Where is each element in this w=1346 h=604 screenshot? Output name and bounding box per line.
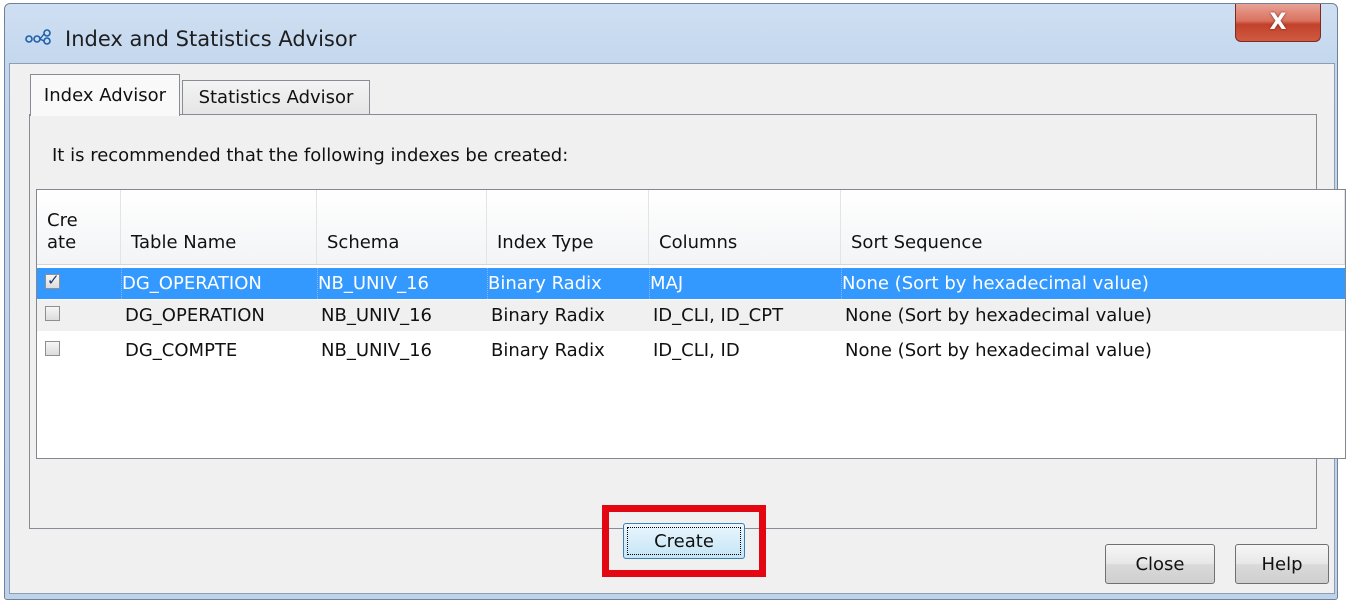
- help-button[interactable]: Help: [1235, 544, 1329, 584]
- tab-index-advisor[interactable]: Index Advisor: [30, 74, 180, 116]
- title-bar[interactable]: Index and Statistics Advisor X: [5, 4, 1337, 62]
- create-header-line2: ate: [47, 232, 77, 253]
- window-close-button[interactable]: X: [1235, 4, 1321, 42]
- create-button-highlight: Create: [602, 505, 766, 577]
- create-checkbox[interactable]: [45, 341, 60, 356]
- columns-header-label: Columns: [659, 232, 738, 253]
- column-header-columns[interactable]: Columns: [649, 190, 841, 264]
- dialog-window: Index and Statistics Advisor X Index Adv…: [4, 3, 1346, 600]
- schema-cell: NB_UNIV_16: [321, 340, 432, 361]
- index-recommendations-table: Cre ate Table Name Schema Index Type Colu…: [36, 189, 1346, 459]
- index-advisor-app-icon: [25, 29, 51, 45]
- table-row[interactable]: ✓ DG_OPERATION NB_UNIV_16 Binary Radix M…: [37, 268, 1345, 299]
- table-name-header-label: Table Name: [131, 232, 237, 253]
- column-header-index-type[interactable]: Index Type: [487, 190, 649, 264]
- index-type-header-label: Index Type: [497, 232, 594, 253]
- close-button[interactable]: Close: [1105, 544, 1215, 584]
- window-close-icon: X: [1269, 10, 1287, 35]
- sort-sequence-cell: None (Sort by hexadecimal value): [841, 268, 1342, 299]
- table-row[interactable]: DG_COMPTE NB_UNIV_16 Binary Radix ID_CLI…: [37, 335, 1345, 366]
- sort-sequence-header-label: Sort Sequence: [851, 232, 983, 253]
- table-row[interactable]: DG_OPERATION NB_UNIV_16 Binary Radix ID_…: [37, 300, 1345, 331]
- columns-cell: ID_CLI, ID: [653, 340, 740, 361]
- columns-cell: MAJ: [649, 268, 840, 299]
- index-type-cell: Binary Radix: [491, 340, 605, 361]
- create-button[interactable]: Create: [623, 523, 745, 559]
- create-header-line1: Cre: [47, 210, 78, 231]
- table-name-cell: DG_OPERATION: [125, 305, 265, 326]
- dialog-client-area: Index Advisor Statistics Advisor It is r…: [9, 63, 1346, 594]
- table-name-cell: DG_COMPTE: [125, 340, 238, 361]
- column-header-create[interactable]: Cre ate: [37, 190, 121, 264]
- table-header: Cre ate Table Name Schema Index Type Colu…: [37, 190, 1345, 265]
- sort-sequence-cell: None (Sort by hexadecimal value): [845, 305, 1152, 326]
- index-type-cell: Binary Radix: [487, 268, 648, 299]
- schema-header-label: Schema: [327, 232, 400, 253]
- columns-cell: ID_CLI, ID_CPT: [653, 305, 784, 326]
- tab-statistics-advisor[interactable]: Statistics Advisor: [182, 80, 370, 114]
- checkmark-icon: ✓: [47, 271, 60, 289]
- sort-sequence-cell: None (Sort by hexadecimal value): [845, 340, 1152, 361]
- recommendation-text: It is recommended that the following ind…: [52, 145, 569, 166]
- schema-cell: NB_UNIV_16: [317, 268, 486, 299]
- column-header-table-name[interactable]: Table Name: [121, 190, 317, 264]
- create-checkbox[interactable]: [45, 306, 60, 321]
- column-header-schema[interactable]: Schema: [317, 190, 487, 264]
- column-header-sort-sequence[interactable]: Sort Sequence: [841, 190, 1345, 264]
- schema-cell: NB_UNIV_16: [321, 305, 432, 326]
- index-advisor-panel: It is recommended that the following ind…: [29, 114, 1346, 577]
- table-name-cell: DG_OPERATION: [121, 268, 316, 299]
- window-title: Index and Statistics Advisor: [65, 27, 357, 51]
- create-checkbox[interactable]: ✓: [45, 271, 60, 289]
- index-type-cell: Binary Radix: [491, 305, 605, 326]
